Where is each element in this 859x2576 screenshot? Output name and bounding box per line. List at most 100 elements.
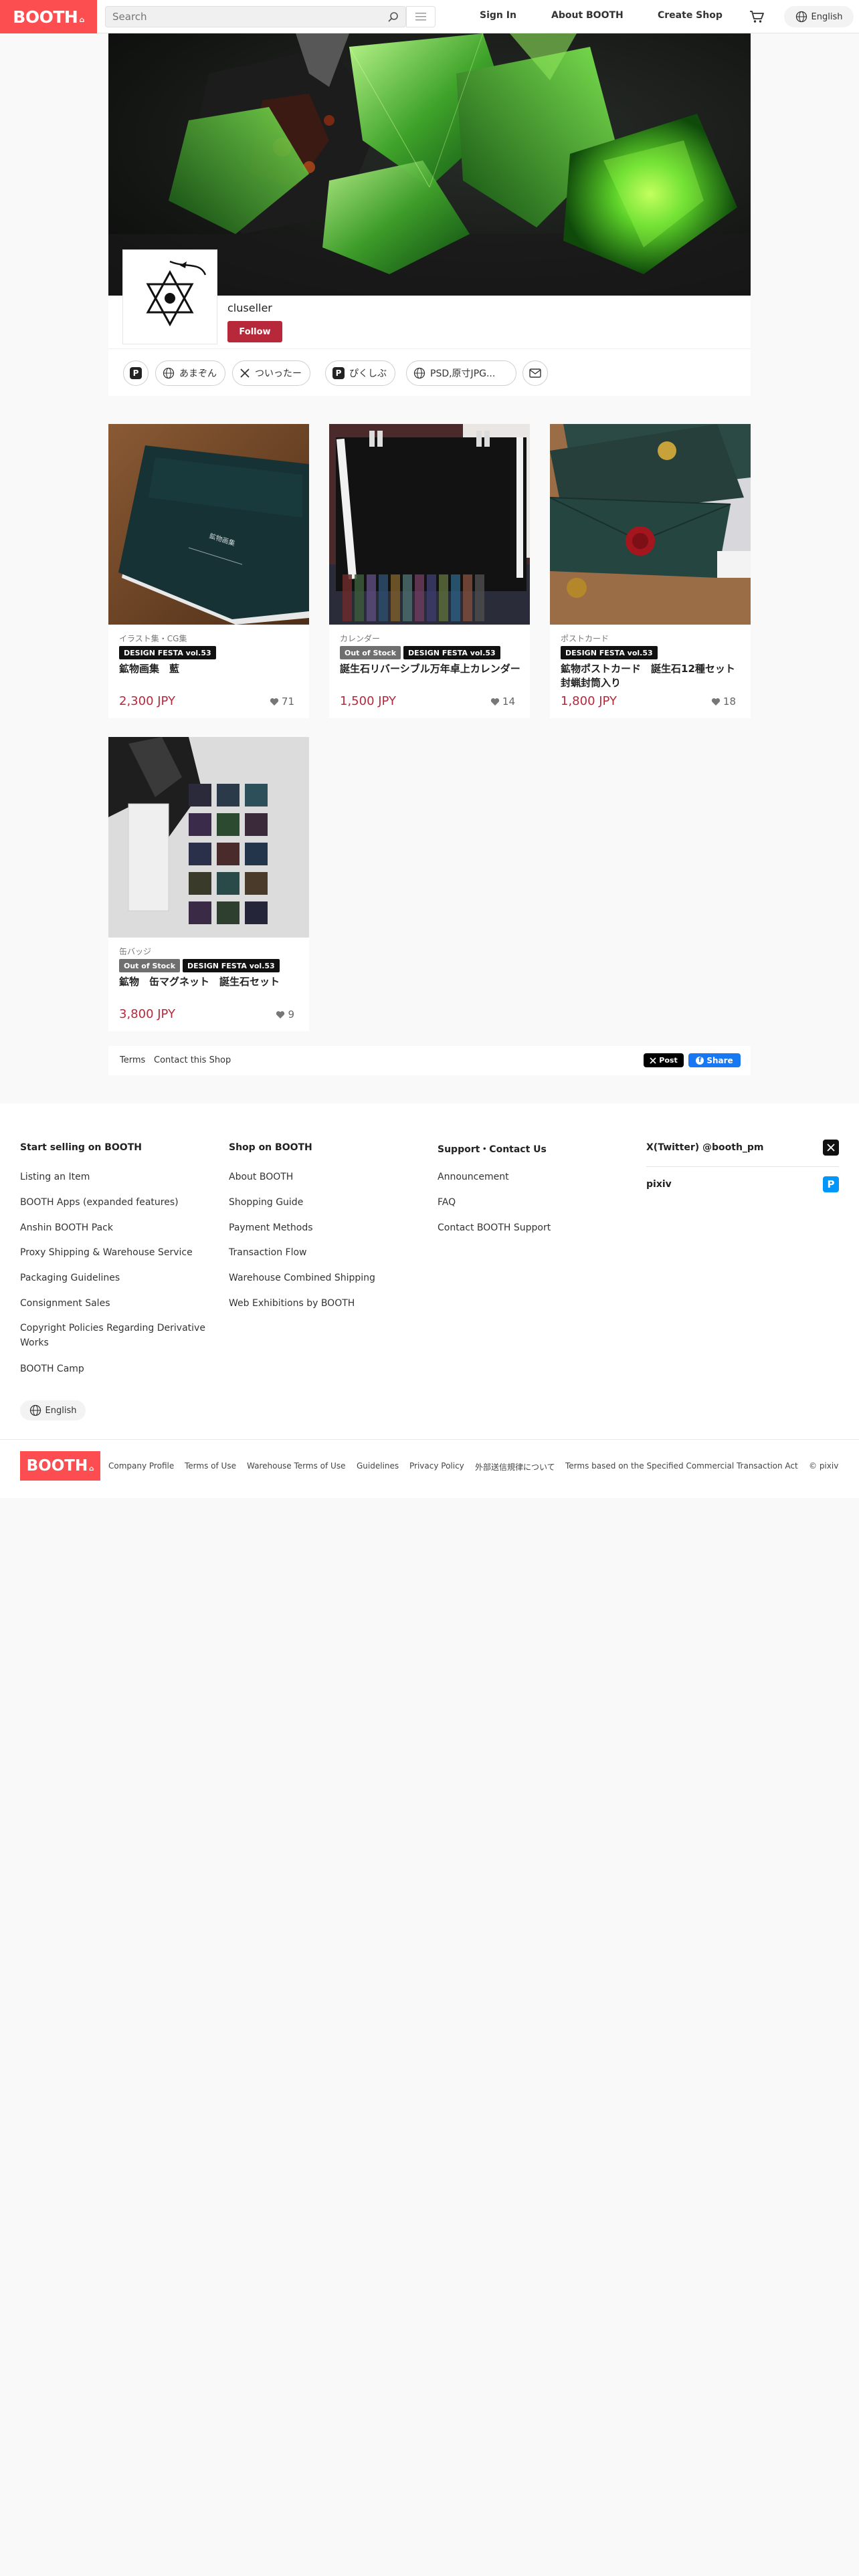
booth-logo[interactable]: BOOTH ⌂ [0, 0, 97, 33]
item-card[interactable]: 鉱物画集 イラスト集・CG集 DESIGN FESTA vol.53 鉱物画集 … [108, 424, 309, 718]
item-category[interactable]: イラスト集・CG集 [119, 633, 187, 644]
shop-link-label: あまぞん [179, 368, 217, 379]
site-header: BOOTH⌂ Sign In About BOOTH Create Shop E… [0, 0, 859, 33]
shop-link-psd[interactable]: PSD,原寸JPG... [406, 360, 516, 386]
footer-link[interactable]: About BOOTH [229, 1170, 293, 1184]
item-like-button[interactable]: 18 [711, 695, 736, 708]
pixiv-profile-link[interactable]: P [123, 360, 149, 386]
item-like-button[interactable]: 9 [276, 1008, 294, 1021]
copyright: © pixiv [809, 1461, 839, 1471]
footer-link[interactable]: FAQ [438, 1195, 456, 1210]
pixiv-icon: P [332, 367, 345, 379]
like-count: 9 [288, 1008, 294, 1021]
footer-link[interactable]: Packaging Guidelines [20, 1271, 120, 1285]
globe-icon [795, 11, 807, 23]
contact-mail-button[interactable] [522, 360, 548, 386]
footer-heading-support: Support・Contact Us [438, 1144, 547, 1155]
about-booth-link[interactable]: About BOOTH [551, 10, 624, 21]
item-category[interactable]: 缶バッジ [119, 946, 151, 957]
footer-link[interactable]: Announcement [438, 1170, 509, 1184]
legal-link[interactable]: Privacy Policy [409, 1461, 464, 1471]
footer-social-pixiv[interactable]: pixiv P [646, 1176, 839, 1192]
item-category[interactable]: カレンダー [340, 633, 380, 644]
legal-link[interactable]: Warehouse Terms of Use [247, 1461, 345, 1471]
divider [0, 1439, 859, 1440]
footer-link[interactable]: BOOTH Camp [20, 1362, 84, 1376]
item-price: 3,800 JPY [119, 1007, 176, 1021]
footer-language-button[interactable]: English [20, 1400, 86, 1420]
item-title[interactable]: 鉱物ポストカード 誕生石12種セット 封蝋封筒入り [561, 662, 745, 690]
like-count: 14 [502, 695, 515, 708]
footer-social-x[interactable]: X(Twitter) @booth_pm [646, 1140, 839, 1156]
item-price: 1,800 JPY [561, 694, 617, 708]
footer-link[interactable]: Consignment Sales [20, 1296, 110, 1311]
item-thumbnail[interactable] [108, 737, 309, 938]
item-card[interactable]: 缶バッジ Out of Stock DESIGN FESTA vol.53 鉱物… [108, 737, 309, 1031]
shop-link-amazon[interactable]: あまぞん [155, 360, 225, 386]
create-shop-link[interactable]: Create Shop [658, 10, 723, 21]
search-menu-button[interactable] [406, 6, 436, 27]
search-icon[interactable] [386, 10, 401, 25]
item-category[interactable]: ポストカード [561, 633, 609, 644]
x-post-button[interactable]: Post [644, 1053, 684, 1067]
item-like-button[interactable]: 14 [490, 695, 515, 708]
sign-in-link[interactable]: Sign In [480, 10, 516, 21]
item-title[interactable]: 鉱物 缶マグネット 誕生石セット [119, 975, 300, 989]
item-badges: DESIGN FESTA vol.53 [119, 646, 216, 659]
social-label: X(Twitter) @booth_pm [646, 1142, 764, 1153]
search-input[interactable] [112, 9, 380, 24]
footer-link[interactable]: Proxy Shipping & Warehouse Service [20, 1245, 193, 1260]
shop-link-label: ついったー [255, 368, 302, 379]
footer-booth-logo[interactable]: BOOTH ⌂ [20, 1451, 100, 1481]
logo-mark-icon: ⌂ [79, 15, 84, 24]
item-badges: Out of Stock DESIGN FESTA vol.53 [119, 959, 280, 972]
event-badge: DESIGN FESTA vol.53 [183, 959, 280, 972]
footer-link[interactable]: Copyright Policies Regarding Derivative … [20, 1321, 214, 1350]
list-icon [415, 13, 426, 21]
globe-icon [413, 367, 425, 379]
logo-text: BOOTH [13, 7, 78, 27]
item-thumbnail[interactable] [329, 424, 530, 625]
globe-icon [29, 1404, 41, 1416]
item-title[interactable]: 誕生石リバーシブル万年卓上カレンダー [340, 662, 520, 676]
item-card[interactable]: カレンダー Out of Stock DESIGN FESTA vol.53 誕… [329, 424, 530, 718]
divider [108, 348, 751, 349]
terms-link[interactable]: Terms [120, 1055, 145, 1065]
legal-link[interactable]: Terms based on the Specified Commercial … [565, 1461, 798, 1471]
shop-avatar[interactable] [123, 250, 217, 344]
footer-link[interactable]: Shopping Guide [229, 1195, 303, 1210]
item-thumbnail[interactable]: 鉱物画集 [108, 424, 309, 625]
item-title[interactable]: 鉱物画集 藍 [119, 662, 300, 676]
footer-link[interactable]: Transaction Flow [229, 1245, 307, 1260]
pixiv-icon: P [823, 1176, 839, 1192]
footer-link[interactable]: Warehouse Combined Shipping [229, 1271, 375, 1285]
item-card[interactable]: ポストカード DESIGN FESTA vol.53 鉱物ポストカード 誕生石1… [550, 424, 751, 718]
footer-link[interactable]: Listing an Item [20, 1170, 90, 1184]
out-of-stock-badge: Out of Stock [340, 646, 401, 659]
follow-button[interactable]: Follow [227, 321, 282, 342]
divider [646, 1166, 839, 1167]
footer-link[interactable]: Web Exhibitions by BOOTH [229, 1296, 355, 1311]
language-label: English [811, 11, 843, 22]
footer-link[interactable]: BOOTH Apps (expanded features) [20, 1195, 179, 1210]
facebook-share-button[interactable]: f Share [688, 1053, 741, 1067]
shop-link-twitter[interactable]: ついったー [232, 360, 310, 386]
legal-link[interactable]: 外部送信規律について [475, 1461, 555, 1473]
legal-link[interactable]: Terms of Use [185, 1461, 236, 1471]
search-box [105, 6, 406, 27]
item-like-button[interactable]: 71 [270, 695, 294, 708]
social-label: pixiv [646, 1179, 672, 1190]
shop-link-pixiv[interactable]: P ぴくしぶ [325, 360, 395, 386]
shop-name[interactable]: cluseller [227, 302, 272, 314]
contact-shop-link[interactable]: Contact this Shop [154, 1055, 231, 1065]
language-button[interactable]: English [784, 6, 854, 27]
legal-link[interactable]: Guidelines [357, 1461, 399, 1471]
footer-link[interactable]: Payment Methods [229, 1220, 313, 1235]
cart-icon[interactable] [748, 8, 765, 25]
pixiv-icon: P [130, 367, 142, 379]
legal-link[interactable]: Company Profile [108, 1461, 174, 1471]
item-thumbnail[interactable] [550, 424, 751, 625]
footer-link[interactable]: Anshin BOOTH Pack [20, 1220, 113, 1235]
footer-link[interactable]: Contact BOOTH Support [438, 1220, 551, 1235]
item-badges: DESIGN FESTA vol.53 [561, 646, 658, 659]
